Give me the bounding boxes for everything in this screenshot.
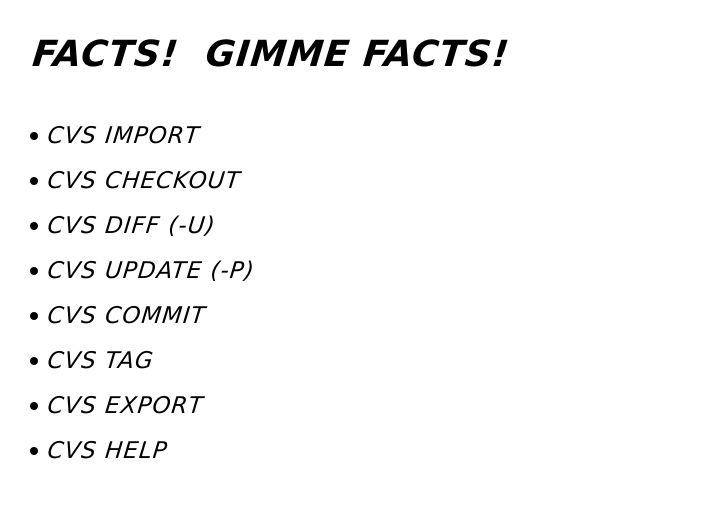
slide: Facts! Gimme Facts! cvs import cvs check… <box>0 0 708 531</box>
bullet-text: cvs commit <box>46 302 208 329</box>
slide-title: Facts! Gimme Facts! <box>30 34 512 75</box>
bullet-text: cvs help <box>46 437 170 464</box>
bullet-dot-icon <box>30 401 38 410</box>
bullet-list: cvs import cvs checkout cvs diff (-u) cv… <box>30 113 257 473</box>
bullet-text: cvs update (-P) <box>46 257 257 284</box>
list-item: cvs checkout <box>30 158 253 203</box>
list-item: cvs import <box>30 113 253 158</box>
bullet-dot-icon <box>30 221 38 230</box>
bullet-dot-icon <box>30 311 38 320</box>
bullet-dot-icon <box>30 266 38 275</box>
bullet-dot-icon <box>30 131 38 140</box>
bullet-text: cvs import <box>46 122 202 149</box>
bullet-dot-icon <box>30 176 38 185</box>
list-item: cvs update (-P) <box>30 248 257 293</box>
bullet-text: cvs tag <box>46 347 156 374</box>
list-item: cvs commit <box>30 293 253 338</box>
bullet-dot-icon <box>30 446 38 455</box>
list-item: cvs export <box>30 383 253 428</box>
bullet-text: cvs checkout <box>46 167 243 194</box>
bullet-text: cvs diff (-u) <box>46 212 218 239</box>
bullet-dot-icon <box>30 356 38 365</box>
list-item: cvs diff (-u) <box>30 203 253 248</box>
list-item: cvs tag <box>30 338 253 383</box>
bullet-text: cvs export <box>46 392 205 419</box>
list-item: cvs help <box>30 428 253 473</box>
